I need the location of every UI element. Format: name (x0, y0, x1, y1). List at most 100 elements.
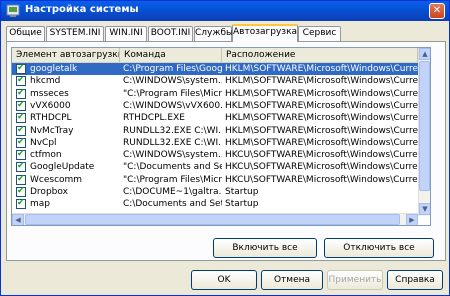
tab-services[interactable]: Службы (194, 26, 233, 41)
item-name: map (30, 199, 50, 210)
enable-checkbox[interactable] (16, 63, 26, 74)
list-item[interactable]: NvCpl RUNDLL32.EXE C:\WI...HKLM\SOFTWARE\… (12, 137, 418, 149)
enable-checkbox[interactable] (16, 125, 26, 136)
item-name: ctfmon (30, 150, 62, 161)
item-name: RTHDCPL (30, 113, 72, 124)
scroll-left-button[interactable]: ◀ (12, 214, 24, 225)
column-header-location[interactable]: Расположение (222, 48, 418, 62)
list-item[interactable]: GoogleUpdate "C:\Documents and Se...HKCU\… (12, 161, 418, 173)
vertical-scrollbar[interactable]: ▲ ▼ (418, 48, 430, 216)
location-cell: Startup (225, 199, 259, 210)
tab-win-ini[interactable]: WIN.INI (105, 26, 147, 41)
list-item[interactable]: vVX6000 C:\WINDOWS\vVX600...HKLM\SOFTWARE… (12, 100, 418, 112)
horizontal-scrollbar[interactable]: ◀ ▶ (12, 213, 418, 225)
enable-checkbox[interactable] (16, 100, 26, 111)
arrow-left-icon: ◀ (15, 216, 21, 224)
horizontal-scroll-thumb[interactable] (25, 214, 400, 225)
list-item[interactable]: Dropbox C:\DOCUME~1\galtra...Startup (12, 186, 418, 198)
enable-checkbox[interactable] (16, 149, 26, 161)
item-name-cell: map (12, 198, 120, 210)
title-bar[interactable]: Настройка системы ✕ (1, 1, 449, 21)
item-name-cell: RTHDCPL (12, 112, 120, 124)
scroll-down-button[interactable]: ▼ (419, 203, 430, 215)
arrow-right-icon: ▶ (409, 216, 415, 224)
column-header-command[interactable]: Команда (120, 48, 222, 62)
list-item[interactable]: ctfmon C:\WINDOWS\system...HKCU\SOFTWARE\… (12, 149, 418, 161)
item-name-cell: msseces (12, 88, 120, 100)
command-cell: RUNDLL32.EXE C:\WI... (123, 137, 222, 148)
tab-system-ini[interactable]: SYSTEM.INI (46, 26, 104, 41)
list-header: Элемент автозагрузки Команда Расположени… (12, 48, 430, 63)
item-name-cell: hkcmd (12, 75, 120, 87)
enable-checkbox[interactable] (16, 161, 26, 173)
column-header-item[interactable]: Элемент автозагрузки (12, 48, 120, 62)
enable-all-button[interactable]: Включить все (213, 238, 317, 258)
arrow-down-icon: ▼ (422, 205, 428, 213)
command-cell: RTHDCPL.EXE (123, 113, 185, 124)
command-cell: "C:\Program Files\Micr... (123, 88, 222, 99)
location-cell: Startup (225, 187, 259, 197)
tab-startup[interactable]: Автозагрузка (232, 24, 298, 42)
item-name-cell: NvMcTray (12, 125, 120, 137)
location-cell: HKLM\SOFTWARE\Microsoft\Windows\CurrentV… (225, 76, 418, 87)
enable-checkbox[interactable] (16, 75, 26, 87)
enable-checkbox[interactable] (16, 186, 26, 197)
item-name: vVX6000 (30, 100, 71, 111)
command-cell: C:\WINDOWS\system... (123, 76, 222, 87)
location-cell: HKLM\SOFTWARE\Microsoft\Windows\CurrentV… (225, 113, 418, 124)
list-item[interactable]: googletalk C:\Program Files\Goog...HKLM\S… (12, 63, 418, 75)
window-title: Настройка системы (25, 4, 139, 15)
command-cell: C:\WINDOWS\system... (123, 150, 222, 161)
location-cell: HKCU\SOFTWARE\Microsoft\Windows\CurrentV… (225, 150, 418, 161)
tab-tools[interactable]: Сервис (298, 26, 341, 41)
enable-checkbox[interactable] (16, 198, 26, 210)
enable-checkbox[interactable] (16, 137, 26, 148)
command-cell: C:\Program Files\Goog... (120, 63, 222, 75)
command-cell: RUNDLL32.EXE C:\WI... (123, 125, 222, 136)
vertical-scroll-thumb[interactable] (419, 61, 430, 191)
command-cell: C:\Documents and Set... (123, 199, 222, 210)
apply-button[interactable]: Применить (327, 270, 383, 290)
enable-checkbox[interactable] (16, 112, 26, 124)
item-name: hkcmd (30, 76, 61, 87)
list-item[interactable]: NvMcTray RUNDLL32.EXE C:\WI...HKLM\SOFTWA… (12, 125, 418, 137)
enable-checkbox[interactable] (16, 88, 26, 99)
location-cell: HKLM\SOFTWARE\Microsoft\Windows\CurrentV… (225, 137, 418, 148)
location-cell: HKCU\SOFTWARE\Microsoft\Windows\CurrentV… (225, 162, 418, 173)
location-cell: HKCU\SOFTWARE\Microsoft\Windows\CurrentV… (225, 174, 418, 185)
item-name-cell: Wcescomm (12, 174, 120, 186)
cancel-button[interactable]: Отмена (261, 270, 323, 290)
startup-list[interactable]: Элемент автозагрузки Команда Расположени… (11, 47, 431, 226)
location-cell: HKLM\SOFTWARE\Microsoft\Windows\CurrentV… (225, 88, 418, 99)
item-name: GoogleUpdate (30, 162, 95, 173)
command-cell: C:\WINDOWS\vVX600... (123, 100, 222, 111)
list-item[interactable]: Wcescomm "C:\Program Files\Micr...HKCU\SO… (12, 174, 418, 186)
item-name-cell: vVX6000 (12, 100, 120, 112)
list-item[interactable]: map C:\Documents and Set...Startup (12, 198, 418, 210)
disable-all-button[interactable]: Отключить все (324, 238, 434, 258)
scroll-up-button[interactable]: ▲ (419, 48, 430, 60)
list-item[interactable]: msseces "C:\Program Files\Micr...HKLM\SOF… (12, 88, 418, 100)
tab-general[interactable]: Общие (6, 26, 45, 41)
system-config-icon (6, 4, 20, 17)
enable-checkbox[interactable] (16, 174, 26, 185)
item-name: Dropbox (30, 187, 68, 197)
list-item[interactable]: RTHDCPL RTHDCPL.EXE HKLM\SOFTWARE\Microsof… (12, 112, 418, 124)
help-button[interactable]: Справка (387, 270, 443, 290)
ok-button[interactable]: OK (191, 270, 257, 290)
system-configuration-window: Настройка системы ✕ Общие SYSTEM.INI WIN… (0, 0, 450, 296)
item-name-cell: Dropbox (12, 186, 120, 198)
tab-boot-ini[interactable]: BOOT.INI (148, 26, 193, 41)
scroll-right-button[interactable]: ▶ (406, 214, 418, 225)
command-cell: C:\DOCUME~1\galtra... (123, 187, 222, 197)
list-item[interactable]: hkcmd C:\WINDOWS\system...HKLM\SOFTWARE\M… (12, 75, 418, 87)
close-icon: ✕ (432, 5, 442, 16)
location-cell: HKLM\SOFTWARE\Microsoft\Windows\CurrentV… (225, 100, 418, 111)
command-cell: "C:\Documents and Se... (123, 162, 222, 173)
arrow-up-icon: ▲ (422, 50, 428, 58)
location-cell: HKLM\SOFTWARE\Microsoft\Windows\CurrentV… (225, 125, 418, 136)
item-name: msseces (30, 88, 69, 99)
item-name-cell: ctfmon (12, 149, 120, 161)
close-button[interactable]: ✕ (429, 3, 445, 19)
command-cell: "C:\Program Files\Micr... (123, 174, 222, 185)
